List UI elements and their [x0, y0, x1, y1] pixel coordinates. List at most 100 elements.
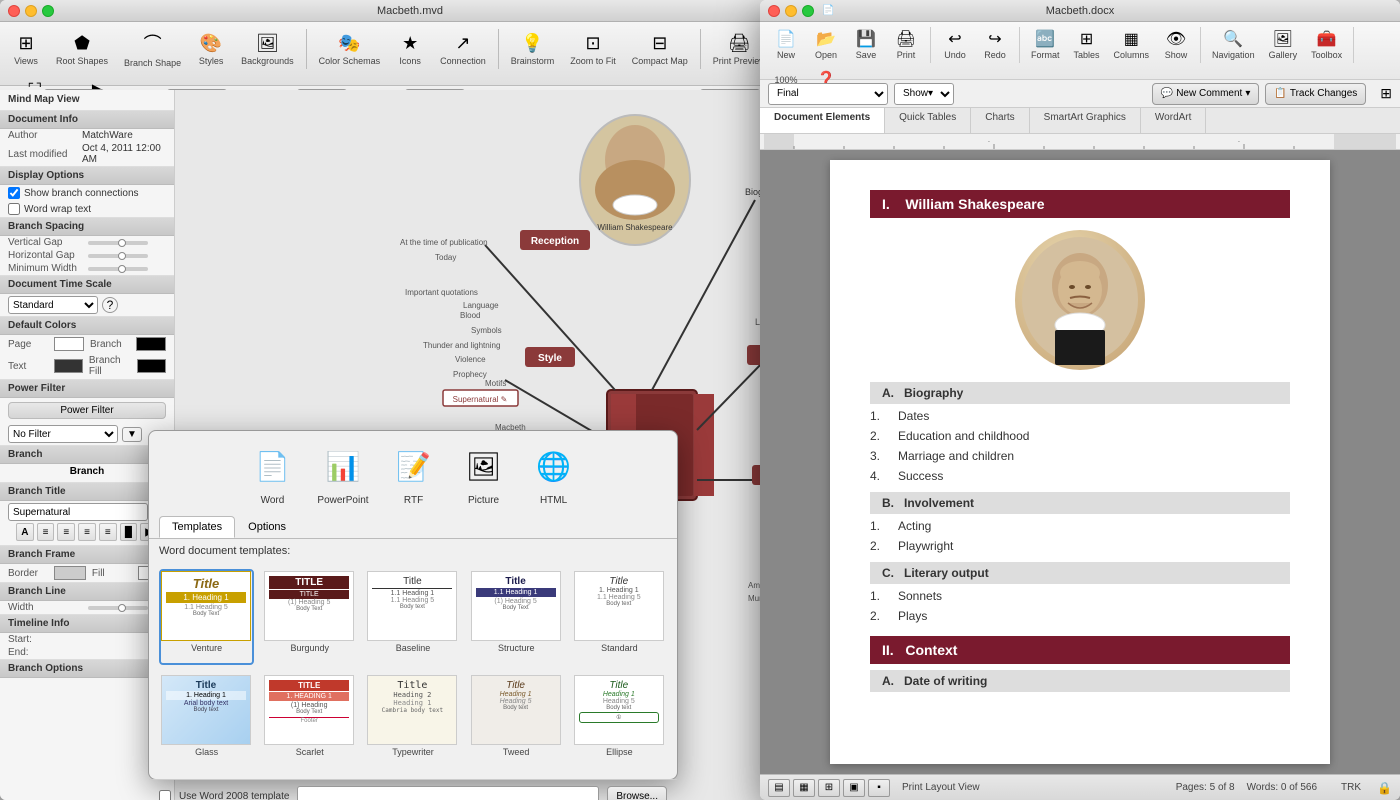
align-center-btn[interactable]: ≡ [57, 523, 75, 541]
branch-shape-btn[interactable]: ⌒ Branch Shape [118, 26, 187, 72]
save-btn[interactable]: 💾 Save [848, 26, 884, 63]
compact-map-btn[interactable]: ⊟ Compact Map [626, 29, 694, 70]
navigation-btn[interactable]: 🔍 Navigation [1207, 26, 1260, 63]
scarlet-template[interactable]: TITLE 1. HEADING 1 (1) Heading Body Text… [262, 673, 357, 769]
open-icon: 📂 [816, 29, 836, 49]
redo-btn[interactable]: ↪ Redo [977, 26, 1013, 63]
min-width-slider[interactable] [88, 267, 148, 271]
standard-template[interactable]: Title 1. Heading 1 1.1 Heading 5 Body te… [572, 569, 667, 665]
templates-tab[interactable]: Templates [159, 516, 235, 538]
filter-select[interactable]: No Filter [8, 425, 118, 443]
word-close-btn[interactable] [768, 5, 780, 17]
baseline-template[interactable]: Title 1.1 Heading 1 1.1 Heading 5 Body t… [365, 569, 460, 665]
word-format-option[interactable]: 📄 Word [247, 441, 297, 506]
branch-title-input[interactable] [8, 503, 148, 521]
power-filter-btn[interactable]: Power Filter [8, 402, 166, 419]
page-color-swatch[interactable] [54, 337, 84, 351]
word2008-checkbox[interactable] [159, 790, 171, 800]
wordart-tab[interactable]: WordArt [1141, 108, 1207, 133]
filter-options-btn[interactable]: ▼ [122, 427, 142, 442]
structure-template[interactable]: Title 1.1 Heading 1 (1) Heading 5 Body T… [469, 569, 564, 665]
view-btn-5[interactable]: ▪ [868, 779, 890, 797]
print-preview-icon: 🖨 [728, 33, 751, 54]
word-min-btn[interactable] [785, 5, 797, 17]
charts-tab[interactable]: Charts [971, 108, 1029, 133]
time-scale-select[interactable]: Standard [8, 296, 98, 314]
align-right-btn[interactable]: ≡ [78, 523, 96, 541]
branch-color-swatch[interactable] [136, 337, 166, 351]
new-comment-btn[interactable]: 💬 New Comment ▾ [1152, 83, 1260, 105]
doc-elements-tab[interactable]: Document Elements [760, 108, 885, 133]
options-tab[interactable]: Options [235, 516, 299, 538]
styles-btn[interactable]: 🎨 Styles [191, 29, 231, 70]
color-schemas-btn[interactable]: 🎭 Color Schemas [313, 29, 387, 70]
ellipse-template[interactable]: Title Heading 1 Heading 5 Body text ① El… [572, 673, 667, 769]
branch-fill-swatch[interactable] [137, 359, 166, 373]
style-select[interactable]: Final [768, 83, 888, 105]
html-format-option[interactable]: 🌐 HTML [529, 441, 579, 506]
format-bar-expand[interactable]: ⊞ [1380, 85, 1392, 102]
align-justify-btn[interactable]: ≡ [99, 523, 117, 541]
new-btn[interactable]: 📄 New [768, 26, 804, 63]
quick-tables-tab[interactable]: Quick Tables [885, 108, 971, 133]
time-scale-help[interactable]: ? [102, 297, 118, 313]
print-btn[interactable]: 🖨 Print [888, 26, 924, 63]
undo-btn[interactable]: ↩ Undo [937, 26, 973, 63]
date-writing-header: A. Date of writing [870, 670, 1290, 692]
close-button[interactable] [8, 5, 20, 17]
word-max-btn[interactable] [802, 5, 814, 17]
views-btn[interactable]: ⊞ Views [6, 29, 46, 70]
minimize-button[interactable] [25, 5, 37, 17]
traffic-lights[interactable] [8, 5, 54, 17]
zoom-to-fit-btn[interactable]: ⊡ Zoom to Fit [564, 29, 622, 70]
browse-button[interactable]: Browse... [607, 786, 667, 800]
maximize-button[interactable] [42, 5, 54, 17]
show-connections-checkbox[interactable] [8, 187, 20, 199]
rtf-format-option[interactable]: 📝 RTF [389, 441, 439, 506]
show-btn[interactable]: 👁 Show [1158, 26, 1194, 63]
svg-text:Reception: Reception [531, 236, 579, 247]
connection-btn[interactable]: ↗ Connection [434, 29, 492, 70]
horizontal-gap-slider[interactable] [88, 254, 148, 258]
glass-template[interactable]: Title 1. Heading 1 Arial body text Body … [159, 673, 254, 769]
width-slider[interactable] [88, 606, 148, 610]
text-color-swatch[interactable] [54, 359, 83, 373]
border-color[interactable] [54, 566, 86, 580]
backgrounds-btn[interactable]: 🖼 Backgrounds [235, 29, 300, 70]
root-shapes-btn[interactable]: ⬟ Root Shapes [50, 29, 114, 70]
fill-toggle-btn[interactable]: █ [120, 523, 138, 541]
export-path-input[interactable] [297, 786, 599, 800]
view-btn-3[interactable]: ⊞ [818, 779, 840, 797]
tables-btn[interactable]: ⊞ Tables [1069, 26, 1105, 63]
open-btn[interactable]: 📂 Open [808, 26, 844, 63]
burgundy-template[interactable]: TITLE TITLE (1) Heading 5 Body Text Burg… [262, 569, 357, 665]
view-btn-2[interactable]: ▦ [793, 779, 815, 797]
word-wrap-checkbox[interactable] [8, 203, 20, 215]
doc-area[interactable]: I. William Shakespeare [760, 150, 1400, 774]
track-changes-btn[interactable]: 📋 Track Changes [1265, 83, 1366, 105]
bold-btn[interactable]: A [16, 523, 34, 541]
typewriter-template[interactable]: Title Heading 2 Heading 1 Cambria body t… [365, 673, 460, 769]
view-label: Print Layout View [902, 782, 980, 793]
gallery-btn[interactable]: 🖼 Gallery [1264, 26, 1303, 63]
powerpoint-format-option[interactable]: 📊 PowerPoint [317, 441, 368, 506]
tweed-template[interactable]: Title Heading 1 Heading 5 Body text Twee… [469, 673, 564, 769]
picture-format-option[interactable]: 🖼 Picture [459, 441, 509, 506]
brainstorm-btn[interactable]: 💡 Brainstorm [505, 29, 561, 70]
word-traffic-lights[interactable] [768, 5, 814, 17]
icons-btn[interactable]: ★ Icons [390, 29, 430, 70]
format-btn[interactable]: 🔤 Format [1026, 26, 1065, 63]
columns-btn[interactable]: ▦ Columns [1109, 26, 1155, 63]
vertical-gap-slider[interactable] [88, 241, 148, 245]
undo-label: Undo [944, 50, 966, 60]
show-select[interactable]: Show▾ [894, 83, 954, 105]
align-left-btn[interactable]: ≡ [37, 523, 55, 541]
view-btn-4[interactable]: ▣ [843, 779, 865, 797]
toolbox-label: Toolbox [1311, 50, 1342, 60]
sonnets-text: Sonnets [898, 589, 942, 603]
toolbox-btn[interactable]: 🧰 Toolbox [1306, 26, 1347, 63]
venture-template[interactable]: Title 1. Heading 1 1.1 Heading 5 Body Te… [159, 569, 254, 665]
smartart-tab[interactable]: SmartArt Graphics [1030, 108, 1141, 133]
view-btn-1[interactable]: ▤ [768, 779, 790, 797]
root-shapes-label: Root Shapes [56, 56, 108, 66]
